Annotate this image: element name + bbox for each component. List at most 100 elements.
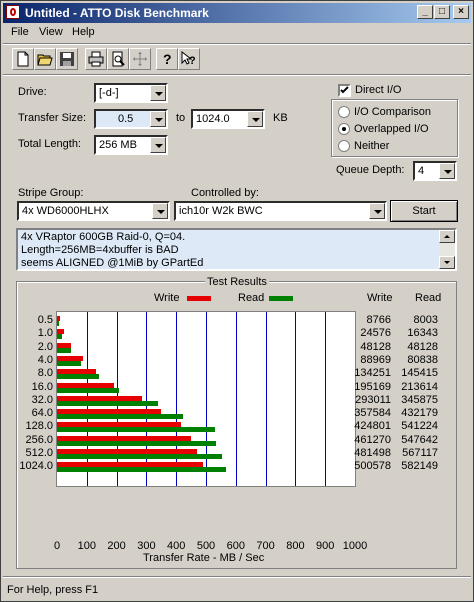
write-column-header: Write (367, 292, 393, 304)
stripe-group-select[interactable]: 4x WD6000HLHX (17, 201, 170, 221)
chart-gridline (206, 312, 207, 486)
context-help-button[interactable]: ? (178, 48, 200, 70)
save-button[interactable] (56, 48, 78, 70)
print-button[interactable] (85, 48, 107, 70)
open-button[interactable] (34, 48, 56, 70)
write-value: 461270 (354, 433, 391, 446)
drive-label: Drive: (18, 86, 47, 98)
x-tick-label: 700 (256, 540, 275, 552)
read-bar (57, 360, 81, 366)
drive-select[interactable]: [-d-] (94, 83, 168, 103)
menu-file[interactable]: File (11, 26, 29, 38)
category-label: 32.0 (31, 393, 53, 406)
category-label: 2.0 (37, 340, 53, 353)
neither-radio[interactable] (338, 140, 350, 152)
transfer-to-select[interactable]: 1024.0 (191, 109, 265, 129)
title-bar[interactable]: Untitled - ATTO Disk Benchmark _ □ × (3, 3, 471, 23)
print-preview-button[interactable] (107, 48, 129, 70)
transfer-to-value: 1024.0 (196, 113, 230, 125)
write-value: 357584 (354, 407, 391, 420)
read-value: 432179 (401, 407, 438, 420)
help-button[interactable]: ? (156, 48, 178, 70)
chart-plot-area (56, 311, 356, 487)
read-bar (57, 347, 71, 353)
chevron-down-icon[interactable] (150, 85, 166, 101)
x-tick-label: 600 (226, 540, 245, 552)
menu-help[interactable]: Help (72, 26, 95, 38)
svg-text:?: ? (163, 51, 172, 67)
notes-textarea[interactable]: 4x VRaptor 600GB Raid-0, Q=04. Length=25… (16, 228, 457, 271)
chart-gridline (176, 312, 178, 486)
maximize-button[interactable]: □ (434, 5, 450, 19)
read-bar (57, 374, 100, 380)
kb-label: KB (273, 112, 288, 124)
stripe-group-value: 4x WD6000HLHX (22, 205, 109, 217)
overlapped-io-radio[interactable] (338, 123, 350, 135)
chart-gridline (235, 312, 237, 486)
direct-io-checkbox[interactable] (338, 84, 351, 97)
minimize-button[interactable]: _ (417, 5, 433, 19)
check-icon (340, 86, 349, 94)
status-bar: For Help, press F1 (3, 581, 471, 599)
read-value: 8003 (413, 314, 438, 326)
controlled-by-value: ich10r W2k BWC (179, 205, 263, 217)
category-label: 512.0 (25, 447, 53, 459)
read-bar (57, 427, 215, 433)
notes-scrollbar[interactable] (439, 230, 455, 269)
queue-depth-select[interactable]: 4 (413, 161, 457, 181)
transfer-from-select[interactable]: 0.5 (94, 109, 168, 129)
neither-label: Neither (354, 140, 390, 152)
x-tick-label: 500 (196, 540, 216, 552)
x-tick-label: 900 (316, 540, 335, 552)
start-button[interactable]: Start (390, 200, 458, 222)
read-value: 80838 (407, 353, 438, 366)
chevron-down-icon[interactable] (150, 111, 166, 127)
write-value: 48128 (360, 340, 391, 353)
category-label: 1024.0 (19, 460, 53, 473)
toolbar-separator (3, 74, 471, 76)
io-comparison-radio[interactable] (338, 106, 350, 118)
x-tick-label: 200 (107, 540, 126, 552)
controlled-by-select[interactable]: ich10r W2k BWC (174, 201, 387, 221)
read-value: 145415 (401, 367, 438, 380)
queue-depth-value: 4 (418, 165, 425, 177)
category-label: 4.0 (37, 353, 53, 366)
arrow-down-icon (444, 261, 450, 264)
chart-gridline (265, 312, 267, 486)
scroll-down-button[interactable] (439, 256, 455, 269)
chevron-down-icon[interactable] (152, 203, 168, 219)
read-bar (57, 467, 227, 473)
menu-separator (3, 43, 471, 45)
chevron-down-icon[interactable] (439, 163, 455, 179)
notes-line: seems ALIGNED @1MiB by GPartEd (21, 257, 204, 269)
x-tick-label: 100 (77, 540, 96, 552)
chevron-down-icon[interactable] (369, 203, 385, 219)
chart-gridline (295, 312, 297, 486)
write-value: 24576 (360, 327, 391, 340)
chevron-down-icon[interactable] (150, 137, 166, 153)
menu-view[interactable]: View (39, 26, 63, 38)
move-button[interactable] (129, 48, 151, 70)
close-button[interactable]: × (453, 5, 469, 19)
open-icon (37, 54, 53, 66)
legend-read-swatch (269, 296, 293, 301)
read-value: 541224 (401, 420, 438, 433)
total-length-select[interactable]: 256 MB (94, 135, 168, 155)
chevron-down-icon[interactable] (247, 111, 263, 127)
scroll-up-button[interactable] (439, 230, 455, 243)
legend-write-label: Write (154, 292, 180, 304)
read-value: 345875 (401, 393, 438, 406)
new-button[interactable] (12, 48, 34, 70)
legend-write-swatch (187, 296, 211, 301)
read-column-header: Read (415, 292, 442, 304)
print-preview-icon (112, 51, 125, 67)
category-label: 8.0 (37, 367, 53, 380)
write-value: 500578 (354, 460, 391, 473)
write-value: 481498 (354, 447, 391, 459)
x-tick-label: 400 (167, 540, 186, 552)
controlled-by-label: Controlled by: (191, 187, 259, 199)
legend-read-label: Read (238, 292, 265, 304)
notes-line: 4x VRaptor 600GB Raid-0, Q=04. (21, 231, 186, 243)
chart-gridline (146, 312, 148, 486)
io-comparison-label: I/O Comparison (354, 106, 432, 118)
